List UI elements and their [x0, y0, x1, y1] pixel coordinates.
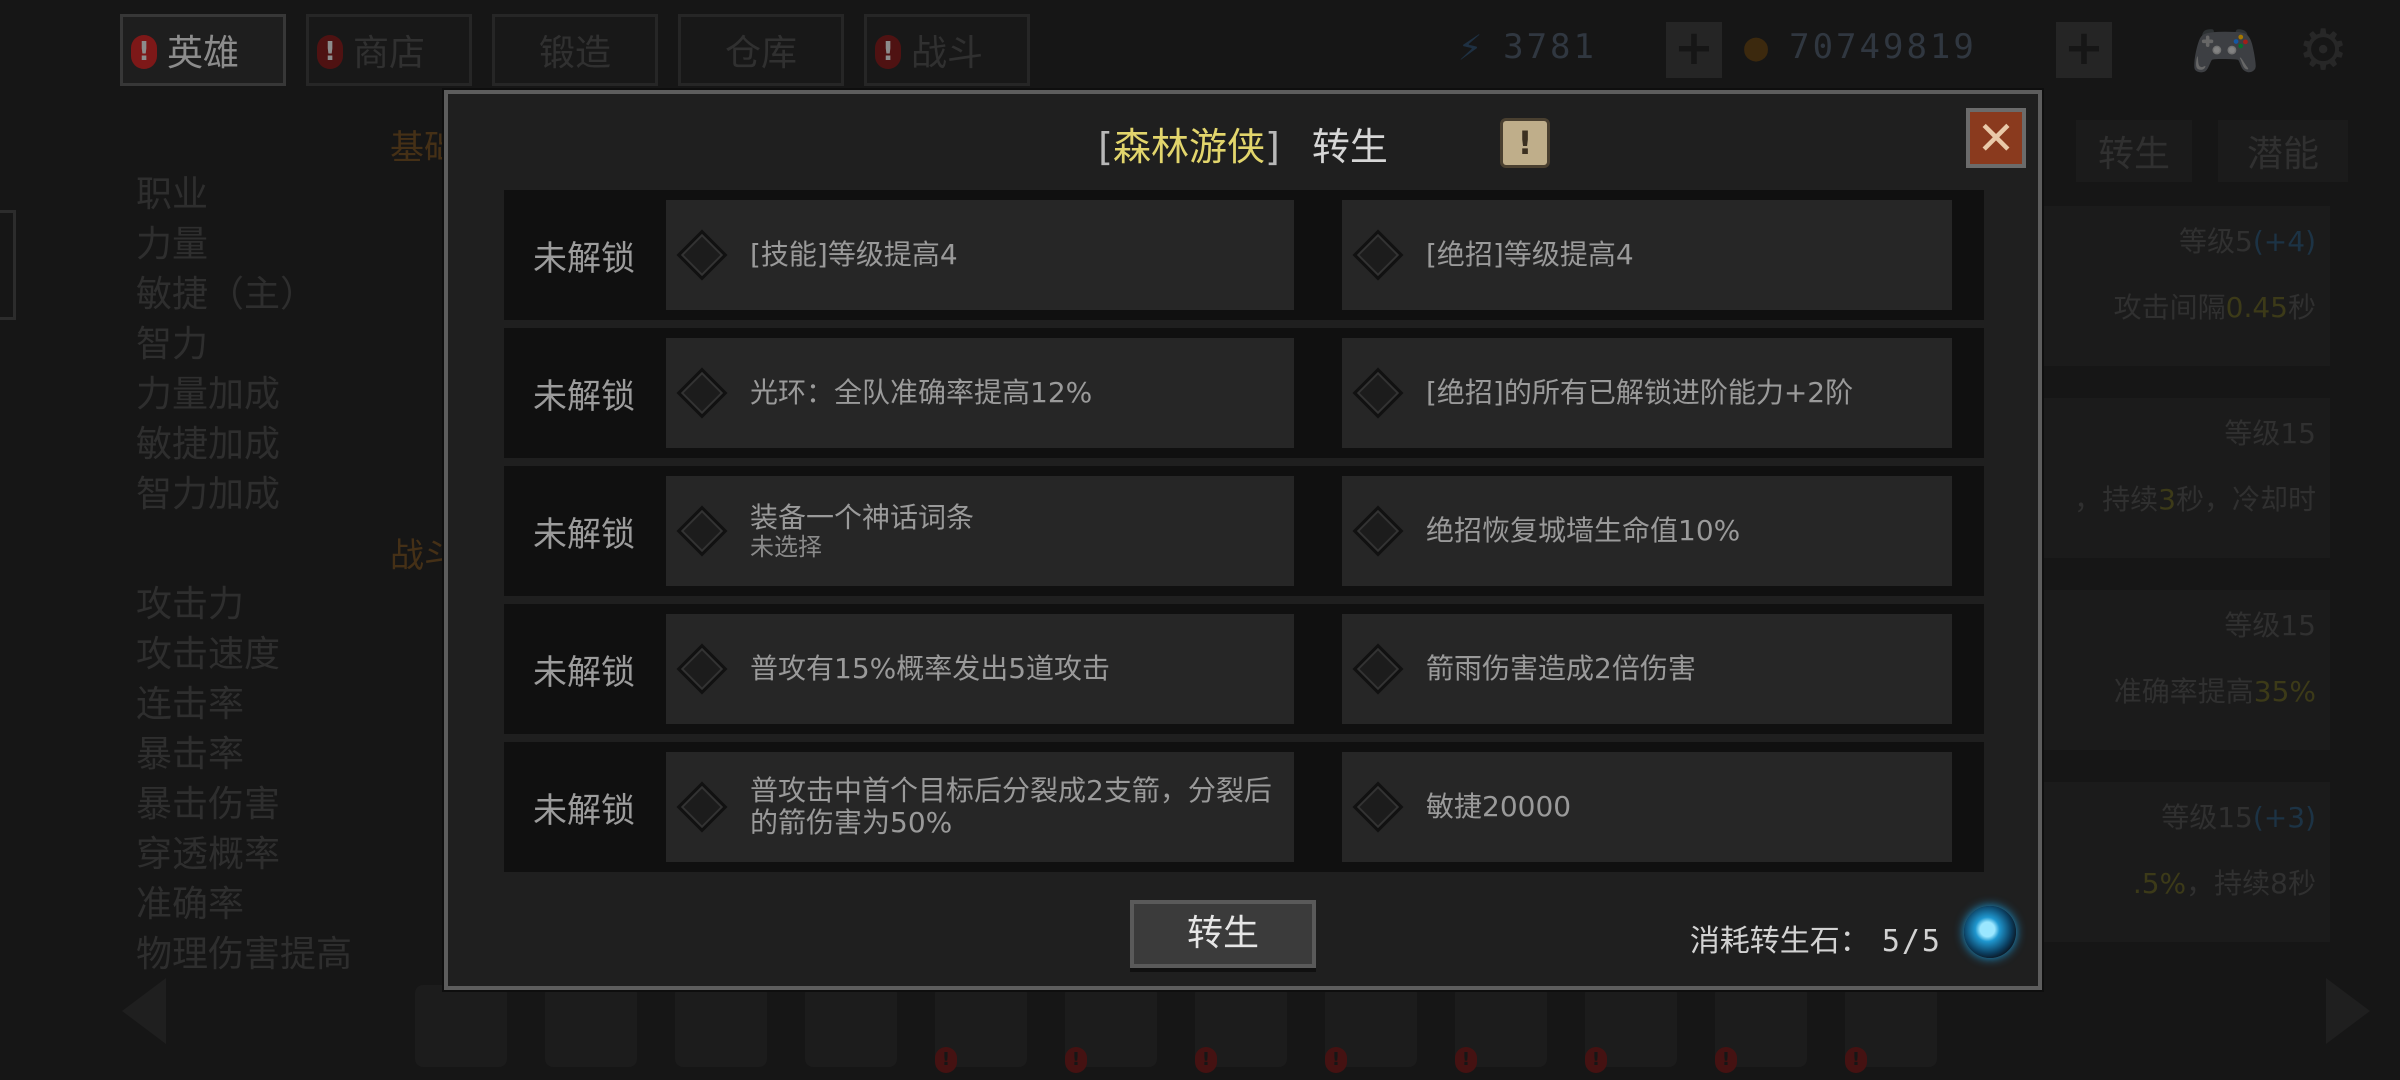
tier-option-right[interactable]: [绝招]的所有已解锁进阶能力+2阶 [1342, 338, 1952, 448]
option-text: 敏捷20000 [1426, 790, 1572, 823]
tier-row: 未解锁 装备一个神话词条 未选择 绝招恢复城墙生命值10% [504, 466, 1984, 596]
diamond-icon [1352, 505, 1404, 557]
diamond-icon [1352, 367, 1404, 419]
lock-status: 未解锁 [533, 652, 635, 693]
rebirth-tier-list: 未解锁 [技能]等级提高4 [绝招]等级提高4 未解锁 光环：全队准确率提高12… [504, 190, 1984, 880]
rebirth-button[interactable]: 转生 [1130, 900, 1316, 968]
rebirth-cost: 消耗转生石： 5/5 [1690, 916, 1942, 960]
option-text: 普攻击中首个目标后分裂成2支箭，分裂后的箭伤害为50% [750, 774, 1272, 839]
title-suffix: 转生 [1311, 125, 1388, 169]
diamond-icon [676, 229, 728, 281]
option-text: 光环：全队准确率提高12% [750, 376, 1093, 409]
tier-row: 未解锁 光环：全队准确率提高12% [绝招]的所有已解锁进阶能力+2阶 [504, 328, 1984, 458]
option-text: 装备一个神话词条 未选择 [750, 501, 975, 561]
tier-option-right[interactable]: 绝招恢复城墙生命值10% [1342, 476, 1952, 586]
diamond-icon [676, 505, 728, 557]
lock-status: 未解锁 [533, 790, 635, 831]
hero-name: 森林游侠 [1112, 125, 1265, 169]
tier-option-right[interactable]: 敏捷20000 [1342, 752, 1952, 862]
option-text: [绝招]等级提高4 [1426, 238, 1634, 271]
option-text: 绝招恢复城墙生命值10% [1426, 514, 1741, 547]
close-icon: ✕ [1976, 111, 2016, 165]
cost-label: 消耗转生石： [1689, 924, 1870, 959]
info-icon[interactable]: ! [1500, 118, 1550, 168]
diamond-icon [676, 643, 728, 695]
diamond-icon [1352, 643, 1404, 695]
tier-option-left[interactable]: 光环：全队准确率提高12% [666, 338, 1294, 448]
option-text: [绝招]的所有已解锁进阶能力+2阶 [1426, 376, 1854, 409]
option-text: [技能]等级提高4 [750, 238, 958, 271]
tier-option-left[interactable]: 普攻击中首个目标后分裂成2支箭，分裂后的箭伤害为50% [666, 752, 1294, 862]
tier-option-left[interactable]: 普攻有15%概率发出5道攻击 [666, 614, 1294, 724]
option-text: 箭雨伤害造成2倍伤害 [1426, 652, 1696, 685]
option-text: 普攻有15%概率发出5道攻击 [750, 652, 1111, 685]
tier-option-right[interactable]: [绝招]等级提高4 [1342, 200, 1952, 310]
cost-value: 5/5 [1881, 924, 1942, 959]
dialog-title: [森林游侠] 转生 [1098, 125, 1388, 169]
lock-status: 未解锁 [533, 376, 635, 417]
rebirth-dialog: [森林游侠] 转生 ! ✕ 未解锁 [技能]等级提高4 [绝招]等级提高4 未解… [444, 90, 2042, 990]
diamond-icon [1352, 229, 1404, 281]
close-button[interactable]: ✕ [1966, 108, 2026, 168]
lock-status: 未解锁 [533, 514, 635, 555]
tier-row: 未解锁 普攻有15%概率发出5道攻击 箭雨伤害造成2倍伤害 [504, 604, 1984, 734]
tier-row: 未解锁 [技能]等级提高4 [绝招]等级提高4 [504, 190, 1984, 320]
tier-option-left[interactable]: 装备一个神话词条 未选择 [666, 476, 1294, 586]
option-subtext: 未选择 [750, 533, 822, 561]
lock-status: 未解锁 [533, 238, 635, 279]
tier-row: 未解锁 普攻击中首个目标后分裂成2支箭，分裂后的箭伤害为50% 敏捷20000 [504, 742, 1984, 872]
rebirth-stone-icon [1964, 906, 2016, 958]
diamond-icon [1352, 781, 1404, 833]
tier-option-right[interactable]: 箭雨伤害造成2倍伤害 [1342, 614, 1952, 724]
diamond-icon [676, 781, 728, 833]
diamond-icon [676, 367, 728, 419]
tier-option-left[interactable]: [技能]等级提高4 [666, 200, 1294, 310]
